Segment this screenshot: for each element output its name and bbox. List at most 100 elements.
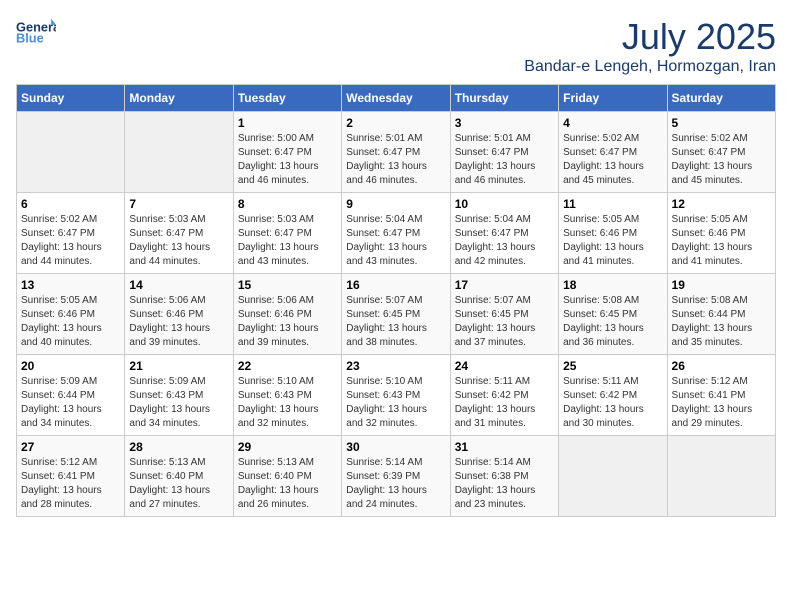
- weekday-header-friday: Friday: [559, 85, 667, 112]
- calendar-cell: 17Sunrise: 5:07 AMSunset: 6:45 PMDayligh…: [450, 274, 558, 355]
- logo: General Blue: [16, 16, 56, 46]
- day-number: 27: [21, 440, 120, 454]
- day-info: Sunrise: 5:04 AMSunset: 6:47 PMDaylight:…: [346, 213, 445, 269]
- calendar-cell: 12 Sunrise: 5:05 AMSunset: 6:46 PMDayligh…: [667, 193, 775, 274]
- day-info: Sunrise: 5:14 AMSunset: 6:39 PMDaylight:…: [346, 456, 445, 512]
- day-number: 1: [238, 116, 337, 130]
- calendar-cell: 25 Sunrise: 5:11 AMSunset: 6:42 PMDayligh…: [559, 355, 667, 436]
- day-info: Sunrise: 5:07 AMSunset: 6:45 PMDaylight:…: [455, 294, 554, 350]
- logo-icon: General Blue: [16, 16, 56, 46]
- day-info: Sunrise: 5:11 AMSunset: 6:42 PMDaylight:…: [455, 375, 554, 431]
- calendar-cell: 20 Sunrise: 5:09 AMSunset: 6:44 PMDayligh…: [17, 355, 125, 436]
- day-number: 15: [238, 278, 337, 292]
- day-info: Sunrise: 5:09 AMSunset: 6:44 PMDaylight:…: [21, 375, 120, 431]
- calendar-cell: 8 Sunrise: 5:03 AMSunset: 6:47 PMDaylight…: [233, 193, 341, 274]
- calendar-cell: 16 Sunrise: 5:07 AMSunset: 6:45 PMDayligh…: [342, 274, 450, 355]
- weekday-header-monday: Monday: [125, 85, 233, 112]
- weekday-header-thursday: Thursday: [450, 85, 558, 112]
- calendar-cell: [667, 436, 775, 517]
- weekday-header-tuesday: Tuesday: [233, 85, 341, 112]
- calendar-cell: [125, 112, 233, 193]
- calendar-cell: 5 Sunrise: 5:02 AMSunset: 6:47 PMDaylight…: [667, 112, 775, 193]
- calendar-cell: 2Sunrise: 5:01 AMSunset: 6:47 PMDaylight…: [342, 112, 450, 193]
- calendar-cell: 21Sunrise: 5:09 AMSunset: 6:43 PMDayligh…: [125, 355, 233, 436]
- day-number: 11: [563, 197, 662, 211]
- day-number: 13: [21, 278, 120, 292]
- day-info: Sunrise: 5:05 AMSunset: 6:46 PMDaylight:…: [21, 294, 120, 350]
- page-header: General Blue July 2025 Bandar-e Lengeh, …: [16, 16, 776, 76]
- day-number: 28: [129, 440, 228, 454]
- day-number: 12: [672, 197, 771, 211]
- weekday-header-sunday: Sunday: [17, 85, 125, 112]
- day-info: Sunrise: 5:13 AMSunset: 6:40 PMDaylight:…: [129, 456, 228, 512]
- calendar-cell: 24 Sunrise: 5:11 AMSunset: 6:42 PMDayligh…: [450, 355, 558, 436]
- day-info: Sunrise: 5:03 AMSunset: 6:47 PMDaylight:…: [238, 213, 337, 269]
- day-info: Sunrise: 5:08 AMSunset: 6:44 PMDaylight:…: [672, 294, 771, 350]
- day-info: Sunrise: 5:10 AMSunset: 6:43 PMDaylight:…: [238, 375, 337, 431]
- weekday-header-wednesday: Wednesday: [342, 85, 450, 112]
- day-number: 19: [672, 278, 771, 292]
- day-number: 7: [129, 197, 228, 211]
- calendar-cell: 13 Sunrise: 5:05 AMSunset: 6:46 PMDayligh…: [17, 274, 125, 355]
- day-number: 4: [563, 116, 662, 130]
- month-title: July 2025: [524, 16, 776, 58]
- calendar-cell: 26 Sunrise: 5:12 AMSunset: 6:41 PMDayligh…: [667, 355, 775, 436]
- calendar-table: SundayMondayTuesdayWednesdayThursdayFrid…: [16, 84, 776, 517]
- calendar-cell: 28 Sunrise: 5:13 AMSunset: 6:40 PMDayligh…: [125, 436, 233, 517]
- calendar-cell: 14Sunrise: 5:06 AMSunset: 6:46 PMDayligh…: [125, 274, 233, 355]
- calendar-cell: 19 Sunrise: 5:08 AMSunset: 6:44 PMDayligh…: [667, 274, 775, 355]
- location-title: Bandar-e Lengeh, Hormozgan, Iran: [524, 58, 776, 76]
- day-number: 22: [238, 359, 337, 373]
- day-number: 30: [346, 440, 445, 454]
- calendar-cell: 30 Sunrise: 5:14 AMSunset: 6:39 PMDayligh…: [342, 436, 450, 517]
- day-info: Sunrise: 5:11 AMSunset: 6:42 PMDaylight:…: [563, 375, 662, 431]
- day-info: Sunrise: 5:05 AMSunset: 6:46 PMDaylight:…: [672, 213, 771, 269]
- day-number: 31: [455, 440, 554, 454]
- day-number: 6: [21, 197, 120, 211]
- day-info: Sunrise: 5:09 AMSunset: 6:43 PMDaylight:…: [129, 375, 228, 431]
- calendar-cell: 10 Sunrise: 5:04 AMSunset: 6:47 PMDayligh…: [450, 193, 558, 274]
- day-number: 24: [455, 359, 554, 373]
- day-info: Sunrise: 5:02 AMSunset: 6:47 PMDaylight:…: [21, 213, 120, 269]
- day-number: 25: [563, 359, 662, 373]
- calendar-cell: 11 Sunrise: 5:05 AMSunset: 6:46 PMDayligh…: [559, 193, 667, 274]
- day-number: 26: [672, 359, 771, 373]
- day-info: Sunrise: 5:05 AMSunset: 6:46 PMDaylight:…: [563, 213, 662, 269]
- calendar-cell: 6 Sunrise: 5:02 AMSunset: 6:47 PMDaylight…: [17, 193, 125, 274]
- calendar-cell: 7 Sunrise: 5:03 AMSunset: 6:47 PMDaylight…: [125, 193, 233, 274]
- day-number: 18: [563, 278, 662, 292]
- day-info: Sunrise: 5:12 AMSunset: 6:41 PMDaylight:…: [672, 375, 771, 431]
- day-info: Sunrise: 5:00 AMSunset: 6:47 PMDaylight:…: [238, 132, 337, 188]
- day-info: Sunrise: 5:04 AMSunset: 6:47 PMDaylight:…: [455, 213, 554, 269]
- calendar-cell: 1 Sunrise: 5:00 AMSunset: 6:47 PMDaylight…: [233, 112, 341, 193]
- calendar-cell: 29Sunrise: 5:13 AMSunset: 6:40 PMDayligh…: [233, 436, 341, 517]
- calendar-cell: 31 Sunrise: 5:14 AMSunset: 6:38 PMDayligh…: [450, 436, 558, 517]
- week-row-5: 27Sunrise: 5:12 AMSunset: 6:41 PMDayligh…: [17, 436, 776, 517]
- day-info: Sunrise: 5:14 AMSunset: 6:38 PMDaylight:…: [455, 456, 554, 512]
- calendar-cell: 4 Sunrise: 5:02 AMSunset: 6:47 PMDaylight…: [559, 112, 667, 193]
- calendar-cell: 22 Sunrise: 5:10 AMSunset: 6:43 PMDayligh…: [233, 355, 341, 436]
- day-number: 16: [346, 278, 445, 292]
- calendar-cell: 23Sunrise: 5:10 AMSunset: 6:43 PMDayligh…: [342, 355, 450, 436]
- weekday-header-saturday: Saturday: [667, 85, 775, 112]
- day-info: Sunrise: 5:13 AMSunset: 6:40 PMDaylight:…: [238, 456, 337, 512]
- day-number: 9: [346, 197, 445, 211]
- calendar-cell: 3Sunrise: 5:01 AMSunset: 6:47 PMDaylight…: [450, 112, 558, 193]
- day-info: Sunrise: 5:06 AMSunset: 6:46 PMDaylight:…: [238, 294, 337, 350]
- day-info: Sunrise: 5:08 AMSunset: 6:45 PMDaylight:…: [563, 294, 662, 350]
- calendar-cell: [17, 112, 125, 193]
- day-number: 5: [672, 116, 771, 130]
- day-info: Sunrise: 5:02 AMSunset: 6:47 PMDaylight:…: [563, 132, 662, 188]
- day-info: Sunrise: 5:07 AMSunset: 6:45 PMDaylight:…: [346, 294, 445, 350]
- day-number: 10: [455, 197, 554, 211]
- day-number: 8: [238, 197, 337, 211]
- day-number: 14: [129, 278, 228, 292]
- day-info: Sunrise: 5:03 AMSunset: 6:47 PMDaylight:…: [129, 213, 228, 269]
- week-row-2: 6 Sunrise: 5:02 AMSunset: 6:47 PMDaylight…: [17, 193, 776, 274]
- day-info: Sunrise: 5:02 AMSunset: 6:47 PMDaylight:…: [672, 132, 771, 188]
- day-info: Sunrise: 5:01 AMSunset: 6:47 PMDaylight:…: [455, 132, 554, 188]
- calendar-cell: [559, 436, 667, 517]
- day-number: 20: [21, 359, 120, 373]
- calendar-cell: 27Sunrise: 5:12 AMSunset: 6:41 PMDayligh…: [17, 436, 125, 517]
- day-number: 2: [346, 116, 445, 130]
